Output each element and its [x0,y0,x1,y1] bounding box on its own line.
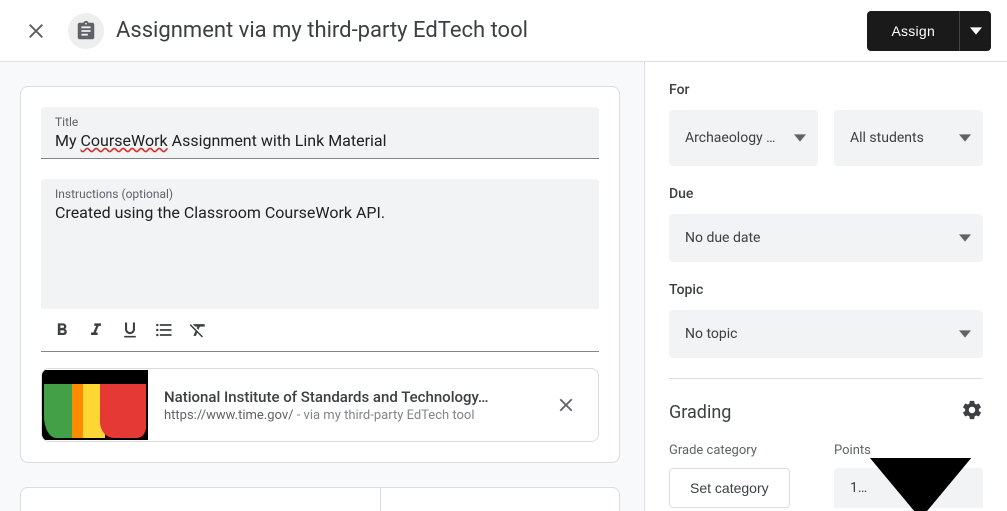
caret-down-icon [959,132,971,144]
main-panel: Title My CourseWork Assignment with Link… [0,62,645,511]
bullet-list-button[interactable] [147,313,181,347]
clear-format-button[interactable] [181,313,215,347]
grade-category-label: Grade category [669,443,818,458]
title-field[interactable]: Title My CourseWork Assignment with Link… [41,107,599,159]
italic-button[interactable] [79,313,113,347]
close-icon[interactable] [16,11,56,51]
bold-button[interactable] [45,313,79,347]
topic-label: Topic [669,282,983,298]
assignment-card: Title My CourseWork Assignment with Link… [20,86,620,463]
class-select[interactable]: Archaeology … [669,110,818,166]
set-category-button[interactable]: Set category [669,468,790,508]
attachment-title: National Institute of Standards and Tech… [164,388,526,406]
underline-button[interactable] [113,313,147,347]
due-label: Due [669,186,983,202]
assign-button[interactable]: Assign [867,11,959,51]
attachment-via: - via my third-party EdTech tool [294,408,475,423]
students-select[interactable]: All students [834,110,983,166]
due-date-select[interactable]: No due date [669,214,983,262]
attachment-thumbnail [42,370,148,440]
divider [669,378,983,379]
link-attachment[interactable]: National Institute of Standards and Tech… [41,368,599,442]
assign-dropdown-button[interactable] [959,11,991,51]
caret-down-icon [959,232,971,244]
gear-icon [961,399,983,421]
instructions-field[interactable]: Instructions (optional) Created using th… [41,179,599,309]
title-input[interactable]: My CourseWork Assignment with Link Mater… [55,131,585,150]
grading-settings-button[interactable] [961,399,983,425]
sidebar: For Archaeology … All students Due No du… [645,62,1007,511]
title-label: Title [55,115,585,129]
instructions-input[interactable]: Created using the Classroom CourseWork A… [55,203,585,222]
secondary-card [20,487,620,511]
points-label: Points [834,443,983,458]
remove-attachment-button[interactable] [542,381,590,429]
instructions-label: Instructions (optional) [55,187,585,201]
attachment-url: https://www.time.gov/ [164,408,294,423]
header: Assignment via my third-party EdTech too… [0,0,1007,62]
caret-down-icon [870,458,971,511]
page-title: Assignment via my third-party EdTech too… [116,18,528,43]
assignment-icon [68,13,104,49]
points-select[interactable]: 100 [834,468,983,508]
caret-down-icon [794,132,806,144]
assign-button-group: Assign [867,11,991,51]
close-icon [555,394,577,416]
caret-down-icon [959,328,971,340]
for-label: For [669,82,983,98]
format-toolbar [41,309,599,352]
caret-down-icon [970,25,982,37]
topic-select[interactable]: No topic [669,310,983,358]
grading-label: Grading [669,402,731,423]
attachment-info: National Institute of Standards and Tech… [148,388,542,423]
